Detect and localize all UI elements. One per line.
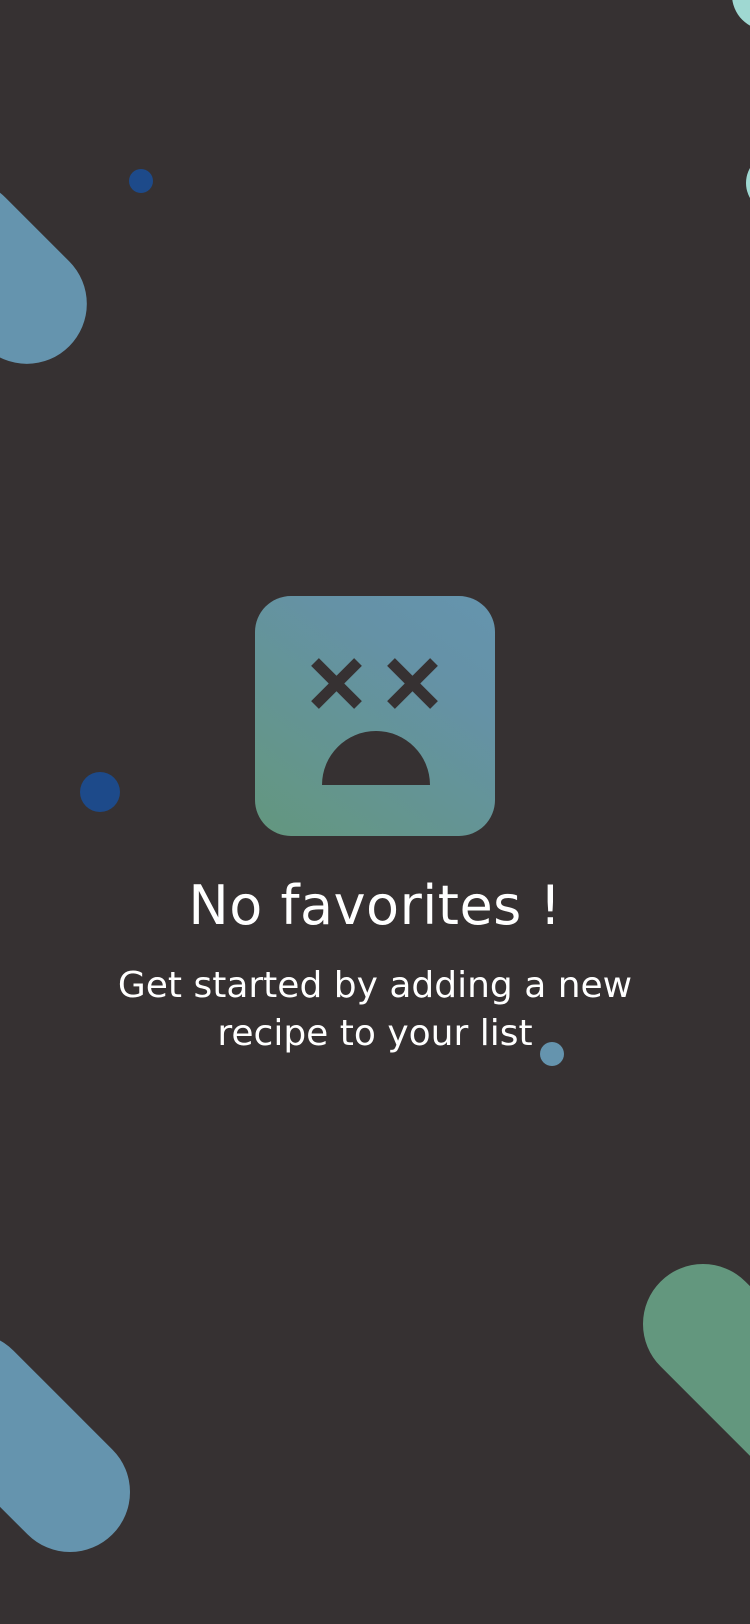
deco-dot-small-top (129, 169, 153, 193)
empty-title: No favorites ! (188, 874, 562, 937)
empty-subtitle: Get started by adding a new recipe to yo… (117, 965, 633, 1054)
deco-circle-right-edge (746, 153, 750, 213)
deco-pill-bottom-left (0, 1308, 155, 1577)
deco-pill-bottom-right (618, 1239, 750, 1501)
dead-face-glyph (311, 658, 438, 785)
empty-state: No favorites ! Get started by adding a n… (0, 596, 750, 1058)
favorites-screen: No favorites ! Get started by adding a n… (0, 0, 750, 1624)
deco-pill-top-left (0, 155, 112, 389)
deco-circle-top-right (732, 0, 750, 30)
dead-face-icon (255, 596, 495, 836)
